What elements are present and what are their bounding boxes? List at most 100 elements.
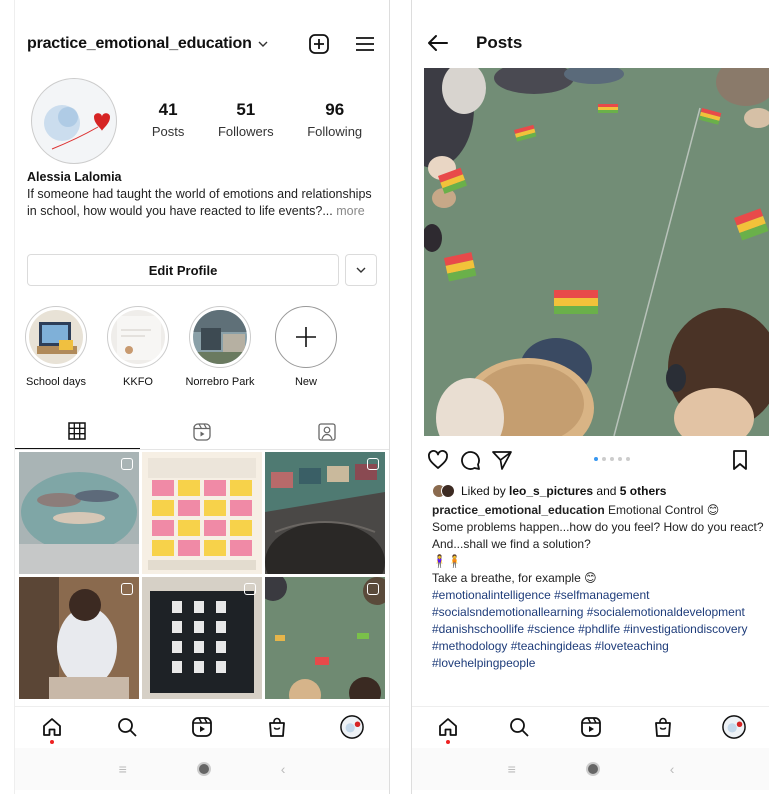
system-home-icon[interactable] (196, 762, 211, 776)
liker-avatar (441, 484, 455, 498)
post-image[interactable] (424, 68, 769, 436)
post-thumbnail[interactable] (142, 452, 262, 574)
back-arrow-icon[interactable] (426, 31, 450, 55)
reel-icon (367, 458, 379, 470)
edit-profile-button[interactable]: Edit Profile (27, 254, 339, 286)
multi-post-icon (367, 583, 379, 595)
carousel-dot (618, 457, 622, 461)
highlight-school-days[interactable]: School days (21, 306, 91, 388)
plus-square-icon[interactable] (307, 32, 331, 56)
profile-screen: practice_emotional_education 41 Posts 51 (14, 0, 390, 794)
post-thumbnail[interactable] (19, 452, 139, 574)
tab-tagged[interactable] (264, 414, 389, 449)
caption-text: Take a breathe, for example 😊 (432, 571, 597, 585)
notification-dot (445, 739, 450, 744)
grid-icon (68, 422, 87, 440)
following-label: Following (307, 124, 363, 139)
reels-icon (193, 422, 211, 441)
highlight-label: School days (26, 376, 86, 388)
carousel-dot (610, 457, 614, 461)
search-icon[interactable] (115, 715, 139, 739)
system-nav-bar: ≡ ‹ (412, 748, 769, 790)
chevron-down-icon[interactable] (258, 37, 268, 51)
highlight-cover (193, 310, 247, 364)
stat-followers[interactable]: 51 Followers (218, 100, 274, 139)
profile-avatar[interactable] (31, 78, 117, 164)
highlight-norrebro-park[interactable]: Norrebro Park (185, 306, 255, 388)
recent-apps-icon[interactable]: ≡ (508, 761, 516, 777)
shop-icon[interactable] (265, 715, 289, 739)
profile-tabs (15, 414, 389, 450)
stat-following[interactable]: 96 Following (307, 100, 362, 139)
avatar[interactable] (339, 714, 364, 739)
plus-icon (296, 327, 316, 347)
multi-post-icon (244, 583, 256, 595)
following-count: 96 (325, 100, 345, 119)
heart-icon[interactable] (426, 448, 450, 472)
stat-posts[interactable]: 41 Posts (152, 100, 185, 139)
caption-hashtags[interactable]: #emotionalintelligence #selfmanagement #… (432, 587, 769, 672)
followers-label: Followers (217, 124, 274, 139)
bottom-nav (15, 706, 389, 746)
post-caption: practice_emotional_education Emotional C… (432, 502, 769, 672)
posts-grid (19, 452, 385, 699)
profile-header: practice_emotional_education (27, 26, 377, 62)
shop-icon[interactable] (651, 715, 675, 739)
bio-more-link[interactable]: more (333, 204, 364, 218)
highlight-kkfo[interactable]: KKFO (103, 306, 173, 388)
bottom-nav (412, 706, 769, 746)
caption-emoji: 🧍‍♀️🧍 (432, 554, 462, 568)
system-back-icon[interactable]: ‹ (670, 761, 675, 777)
multi-post-icon (121, 458, 133, 470)
post-thumbnail[interactable] (265, 452, 385, 574)
tab-grid[interactable] (15, 414, 140, 449)
highlight-label: New (294, 376, 317, 388)
home-icon[interactable] (40, 715, 64, 744)
likes-text: Liked by leo_s_pictures and 5 others (461, 484, 667, 498)
post-actions (426, 448, 760, 472)
system-back-icon[interactable]: ‹ (281, 761, 286, 777)
carousel-dot (626, 457, 630, 461)
caption-text: Some problems happen...how do you feel? … (432, 520, 764, 534)
tagged-icon (318, 422, 336, 441)
profile-bio: If someone had taught the world of emoti… (27, 186, 372, 220)
reel-icon (121, 583, 133, 595)
tab-reels[interactable] (140, 414, 265, 449)
profile-stats: 41 Posts 51 Followers 96 Following (135, 100, 379, 139)
highlight-label: KKFO (123, 376, 153, 388)
carousel-indicator (594, 457, 630, 461)
notification-dot (50, 739, 55, 744)
recent-apps-icon[interactable]: ≡ (119, 761, 127, 777)
reels-icon[interactable] (579, 715, 603, 739)
followers-count: 51 (236, 100, 256, 119)
likes-summary[interactable]: Liked by leo_s_pictures and 5 others (432, 484, 666, 498)
chevron-down-icon (356, 267, 366, 273)
post-header: Posts (426, 26, 756, 60)
highlight-new[interactable]: New (271, 306, 341, 388)
suggested-accounts-button[interactable] (345, 254, 377, 286)
reels-icon[interactable] (190, 715, 214, 739)
likes-others[interactable]: 5 others (620, 484, 667, 498)
caption-text: And...shall we find a solution? (432, 537, 591, 551)
posts-label: Posts (151, 124, 185, 139)
caption-text: Emotional Control 😊 (604, 503, 720, 517)
page-title: Posts (476, 33, 523, 52)
avatar[interactable] (722, 714, 746, 739)
liker-username[interactable]: leo_s_pictures (509, 484, 593, 498)
profile-username[interactable]: practice_emotional_education (27, 35, 252, 53)
system-home-icon[interactable] (585, 762, 600, 776)
caption-username[interactable]: practice_emotional_education (432, 503, 605, 517)
highlight-cover (111, 310, 165, 364)
share-icon[interactable] (490, 448, 514, 472)
bookmark-icon[interactable] (728, 448, 752, 472)
post-thumbnail[interactable] (19, 577, 139, 699)
post-thumbnail[interactable] (142, 577, 262, 699)
home-icon[interactable] (436, 715, 460, 744)
system-nav-bar: ≡ ‹ (15, 748, 389, 790)
bio-text: If someone had taught the world of emoti… (27, 187, 372, 218)
search-icon[interactable] (507, 715, 531, 739)
hamburger-icon[interactable] (353, 32, 377, 56)
post-thumbnail[interactable] (265, 577, 385, 699)
comment-icon[interactable] (458, 448, 482, 472)
carousel-dot (602, 457, 606, 461)
